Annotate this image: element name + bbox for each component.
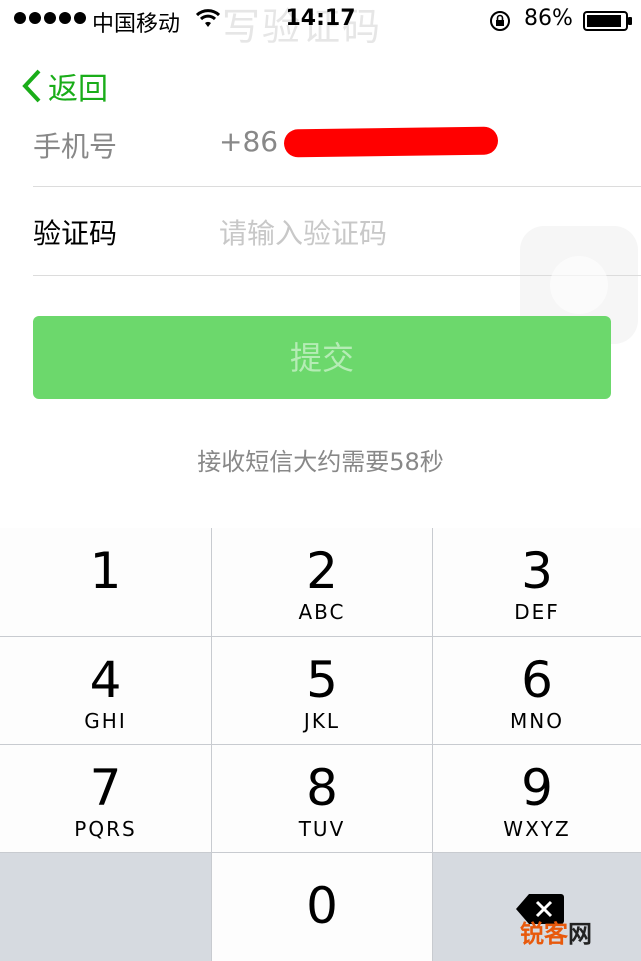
key-letters: ABC [298, 600, 346, 624]
key-digit: 2 [306, 542, 338, 600]
key-digit: 8 [306, 759, 338, 817]
key-digit: 0 [306, 877, 338, 935]
keypad-divider [0, 744, 641, 745]
keypad-divider [0, 852, 641, 853]
key-letters: MNO [510, 709, 564, 733]
submit-button[interactable]: 提交 [33, 316, 611, 399]
key-letters: TUV [298, 817, 346, 841]
key-digit: 3 [521, 542, 553, 600]
status-bar: 中国移动 写验证码 14:17 86% [0, 0, 641, 49]
key-digit: 5 [306, 651, 338, 709]
verification-code-input[interactable] [219, 212, 519, 254]
sms-countdown-hint: 接收短信大约需要58秒 [197, 448, 444, 476]
key-letters: WXYZ [503, 817, 571, 841]
chevron-left-icon [22, 69, 41, 103]
key-blank [0, 853, 211, 961]
key-digit: 4 [89, 651, 122, 709]
key-0[interactable]: 0 [212, 853, 432, 961]
key-digit: 1 [89, 542, 122, 600]
watermark-logo: 锐客网 [520, 920, 592, 948]
key-letters: PQRS [74, 817, 137, 841]
key-letters: JKL [303, 709, 341, 733]
key-letters: GHI [84, 709, 127, 733]
code-label: 验证码 [33, 217, 118, 250]
redacted-phone-number [283, 126, 499, 158]
key-3[interactable]: 3 DEF [433, 528, 641, 636]
key-1[interactable]: 1 [0, 528, 211, 636]
key-digit: 9 [521, 759, 553, 817]
key-digit: 6 [521, 651, 553, 709]
key-7[interactable]: 7 PQRS [0, 745, 211, 852]
key-4[interactable]: 4 GHI [0, 637, 211, 744]
back-button[interactable]: 返回 [22, 66, 108, 107]
phone-label: 手机号 [33, 130, 118, 163]
key-digit: 7 [89, 759, 122, 817]
divider [33, 186, 641, 187]
key-8[interactable]: 8 TUV [212, 745, 432, 852]
key-6[interactable]: 6 MNO [433, 637, 641, 744]
battery-icon [583, 11, 632, 31]
key-2[interactable]: 2 ABC [212, 528, 432, 636]
back-label: 返回 [48, 72, 108, 107]
keypad-divider [0, 636, 641, 637]
key-letters: DEF [514, 600, 560, 624]
battery-percentage: 86% [524, 6, 573, 31]
rotation-lock-icon [490, 11, 510, 31]
key-5[interactable]: 5 JKL [212, 637, 432, 744]
key-9[interactable]: 9 WXYZ [433, 745, 641, 852]
phone-prefix: +86 [219, 125, 279, 158]
